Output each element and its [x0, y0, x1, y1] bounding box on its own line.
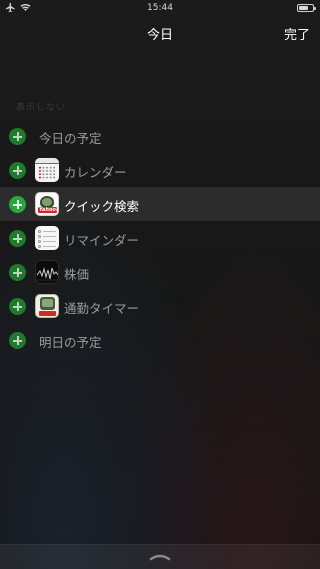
widget-label: 明日の予定: [39, 335, 102, 350]
grabber-icon[interactable]: [149, 553, 171, 561]
widget-row-commute-timer[interactable]: 通勤タイマー: [0, 289, 320, 323]
widget-row-quick-search[interactable]: Yahoo! クイック検索: [0, 187, 320, 221]
status-bar: 15:44: [0, 0, 320, 18]
battery-level: [299, 6, 309, 10]
widget-label: 株価: [64, 267, 90, 282]
widget-row-stocks[interactable]: 株価: [0, 255, 320, 289]
add-icon[interactable]: [9, 230, 26, 247]
search-brand-logo: Yahoo!: [39, 207, 59, 213]
notification-center-screen: 15:44 今日 完了 表示しない 今日の予定 カレンダー Yahoo! クイッ…: [0, 0, 320, 569]
widget-row-calendar[interactable]: カレンダー: [0, 153, 320, 187]
add-icon[interactable]: [9, 264, 26, 281]
add-icon[interactable]: [9, 332, 26, 349]
header: 今日 完了: [0, 18, 320, 48]
done-button[interactable]: 完了: [284, 24, 310, 43]
widget-label: 今日の予定: [39, 131, 102, 146]
section-label: 表示しない: [16, 103, 67, 113]
widget-label: 通勤タイマー: [64, 301, 140, 316]
grabber-bar[interactable]: [0, 544, 320, 569]
calendar-icon: [35, 158, 59, 182]
quick-search-icon: Yahoo!: [35, 192, 59, 216]
widget-list: 今日の予定 カレンダー Yahoo! クイック検索 リマインダー 株価 通勤タイ…: [0, 119, 320, 357]
widget-row-tomorrow-schedule[interactable]: 明日の予定: [0, 323, 320, 357]
add-icon[interactable]: [9, 196, 26, 213]
page-title: 今日: [146, 28, 173, 43]
widget-label: カレンダー: [64, 165, 127, 180]
widget-label: クイック検索: [64, 199, 140, 214]
reminders-icon: [35, 226, 59, 250]
add-icon[interactable]: [9, 128, 26, 145]
commute-timer-icon: [35, 294, 59, 318]
status-time: 15:44: [147, 3, 173, 13]
widget-row-reminders[interactable]: リマインダー: [0, 221, 320, 255]
battery-icon: [297, 4, 316, 12]
stocks-icon: [35, 260, 59, 284]
widget-label: リマインダー: [64, 233, 140, 248]
add-icon[interactable]: [9, 298, 26, 315]
widget-row-today-schedule[interactable]: 今日の予定: [0, 119, 320, 153]
add-icon[interactable]: [9, 162, 26, 179]
